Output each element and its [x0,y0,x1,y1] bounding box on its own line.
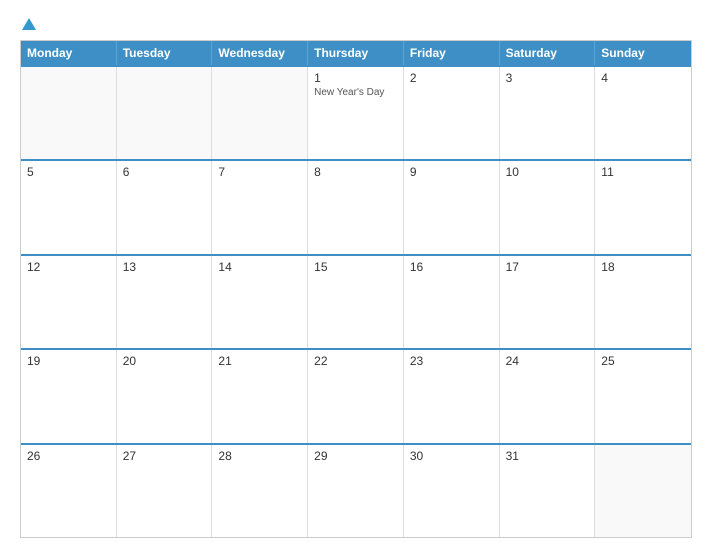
day-number: 17 [506,260,589,274]
cal-cell: 25 [595,350,691,442]
cal-cell: 18 [595,256,691,348]
cal-cell: 30 [404,445,500,537]
cal-cell: 8 [308,161,404,253]
header-day-sunday: Sunday [595,41,691,65]
week-row-5: 26 27 28 29 30 31 [21,443,691,537]
day-number: 14 [218,260,301,274]
cal-cell: 23 [404,350,500,442]
day-number: 24 [506,354,589,368]
cal-cell: 29 [308,445,404,537]
day-number: 6 [123,165,206,179]
cal-cell: 7 [212,161,308,253]
header-day-tuesday: Tuesday [117,41,213,65]
cal-cell [21,67,117,159]
cal-cell: 21 [212,350,308,442]
day-number: 16 [410,260,493,274]
day-number: 11 [601,165,685,179]
week-row-2: 56789 10 11 [21,159,691,253]
header-day-friday: Friday [404,41,500,65]
cal-cell: 3 [500,67,596,159]
cal-cell: 20 [117,350,213,442]
week-row-1: 1 New Year's Day 234 [21,65,691,159]
day-number: 29 [314,449,397,463]
header [20,18,692,32]
day-number: 1 [314,71,397,85]
day-number: 4 [601,71,685,85]
cal-cell: 9 [404,161,500,253]
week-row-3: 12 13 14 15 16 17 18 [21,254,691,348]
day-number: 18 [601,260,685,274]
logo-triangle-icon [22,18,36,30]
day-number: 30 [410,449,493,463]
cal-cell: 1 New Year's Day [308,67,404,159]
day-number: 20 [123,354,206,368]
calendar-header-row: MondayTuesdayWednesdayThursdayFridaySatu… [21,41,691,65]
cal-cell: 10 [500,161,596,253]
day-number: 3 [506,71,589,85]
cal-cell: 17 [500,256,596,348]
week-row-4: 19 20 21 22 23 24 25 [21,348,691,442]
holiday-label: New Year's Day [314,87,397,98]
header-day-thursday: Thursday [308,41,404,65]
cal-cell: 4 [595,67,691,159]
cal-cell: 13 [117,256,213,348]
cal-cell: 19 [21,350,117,442]
header-day-monday: Monday [21,41,117,65]
day-number: 25 [601,354,685,368]
day-number: 31 [506,449,589,463]
day-number: 26 [27,449,110,463]
header-day-wednesday: Wednesday [212,41,308,65]
day-number: 10 [506,165,589,179]
day-number: 9 [410,165,493,179]
calendar-body: 1New Year's Day2345678910111213141516171… [21,65,691,537]
cal-cell: 14 [212,256,308,348]
day-number: 23 [410,354,493,368]
cal-cell: 2 [404,67,500,159]
day-number: 15 [314,260,397,274]
day-number: 2 [410,71,493,85]
day-number: 5 [27,165,110,179]
cal-cell: 31 [500,445,596,537]
day-number: 8 [314,165,397,179]
day-number: 13 [123,260,206,274]
day-number: 7 [218,165,301,179]
cal-cell: 28 [212,445,308,537]
day-number: 22 [314,354,397,368]
calendar: MondayTuesdayWednesdayThursdayFridaySatu… [20,40,692,538]
cal-cell: 11 [595,161,691,253]
header-day-saturday: Saturday [500,41,596,65]
cal-cell [595,445,691,537]
day-number: 12 [27,260,110,274]
cal-cell: 15 [308,256,404,348]
cal-cell: 27 [117,445,213,537]
cal-cell: 5 [21,161,117,253]
cal-cell: 24 [500,350,596,442]
day-number: 19 [27,354,110,368]
day-number: 21 [218,354,301,368]
cal-cell: 12 [21,256,117,348]
logo [20,18,36,32]
cal-cell: 16 [404,256,500,348]
day-number: 28 [218,449,301,463]
cal-cell [117,67,213,159]
day-number: 27 [123,449,206,463]
cal-cell: 22 [308,350,404,442]
page: MondayTuesdayWednesdayThursdayFridaySatu… [0,0,712,550]
cal-cell: 6 [117,161,213,253]
cal-cell: 26 [21,445,117,537]
cal-cell [212,67,308,159]
